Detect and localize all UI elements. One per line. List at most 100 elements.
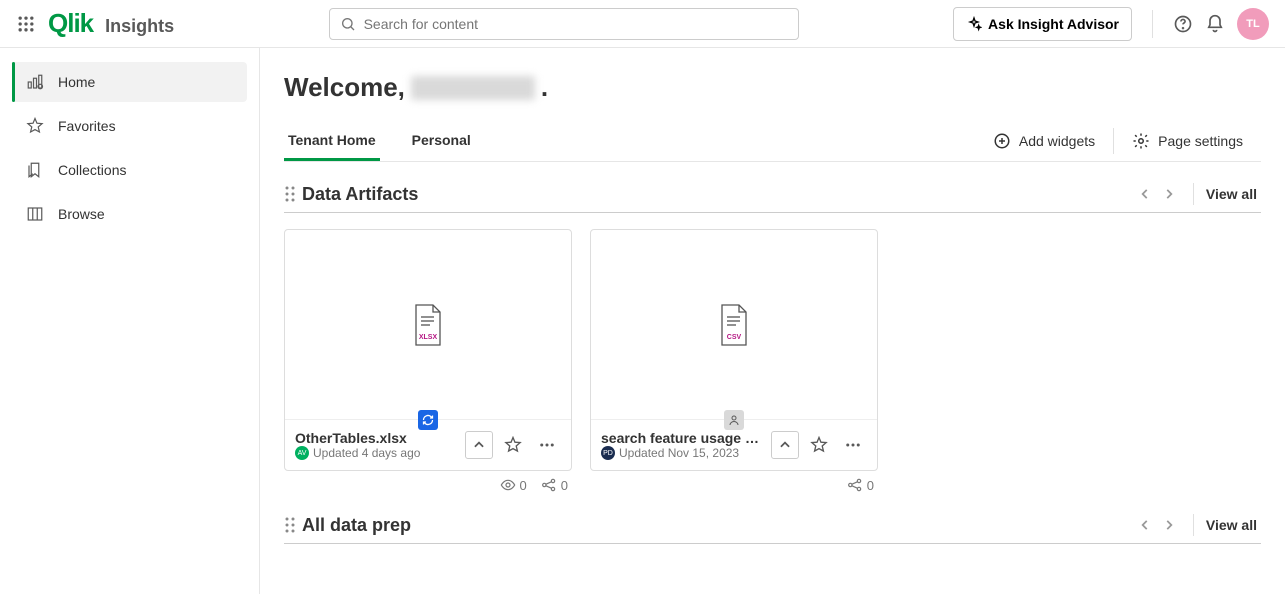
card-updated: Updated 4 days ago [313, 446, 420, 460]
shares-meta: 0 [541, 477, 568, 493]
sidebar-item-label: Browse [58, 206, 105, 222]
welcome-suffix: . [541, 72, 548, 103]
section-data-artifacts: Data Artifacts View all XLSX [284, 182, 1261, 493]
star-icon [810, 436, 828, 454]
card-favorite-button[interactable] [499, 431, 527, 459]
bookmark-icon [26, 161, 44, 179]
more-icon [844, 436, 862, 454]
card-meta: 0 0 [284, 471, 572, 493]
shares-count: 0 [867, 478, 874, 493]
tab-personal[interactable]: Personal [408, 122, 475, 161]
artifact-card[interactable]: CSV search feature usage 2023.csv [590, 229, 878, 471]
browse-icon [26, 205, 44, 223]
welcome-heading: Welcome, . [284, 72, 1261, 103]
search-box[interactable] [329, 8, 799, 40]
welcome-prefix: Welcome, [284, 72, 405, 103]
chevron-up-icon [778, 438, 792, 452]
card-meta: 0 [590, 471, 878, 493]
card-title: OtherTables.xlsx [295, 430, 459, 446]
star-icon [26, 117, 44, 135]
card-thumbnail: CSV [591, 230, 877, 420]
tab-tenant-home[interactable]: Tenant Home [284, 122, 380, 161]
sidebar-item-home[interactable]: Home [12, 62, 247, 102]
section-header: All data prep View all [284, 513, 1261, 544]
file-xlsx-icon: XLSX [410, 303, 446, 347]
sidebar-item-collections[interactable]: Collections [12, 150, 247, 190]
gear-icon [1132, 132, 1150, 150]
launcher-icon[interactable] [16, 14, 36, 34]
person-icon [728, 414, 740, 426]
star-icon [504, 436, 522, 454]
space-badge [418, 410, 438, 430]
artifact-card[interactable]: XLSX OtherTables.xlsx AV [284, 229, 572, 471]
more-icon [538, 436, 556, 454]
card-more-button[interactable] [839, 431, 867, 459]
card-open-button[interactable] [465, 431, 493, 459]
sidebar-item-label: Home [58, 74, 95, 90]
separator [1193, 183, 1194, 205]
share-icon [847, 477, 863, 493]
share-icon [541, 477, 557, 493]
sidebar: Home Favorites Collections Browse [0, 48, 260, 594]
card-updated: Updated Nov 15, 2023 [619, 446, 739, 460]
sparkle-icon [966, 16, 982, 32]
sidebar-item-browse[interactable]: Browse [12, 194, 247, 234]
brand-section: Insights [105, 16, 174, 37]
sidebar-item-favorites[interactable]: Favorites [12, 106, 247, 146]
owner-avatar: AV [295, 446, 309, 460]
file-csv-icon: CSV [716, 303, 752, 347]
views-meta: 0 [500, 477, 527, 493]
shares-count: 0 [561, 478, 568, 493]
owner-avatar: PD [601, 446, 615, 460]
carousel-next-button[interactable] [1157, 513, 1181, 537]
sync-icon [422, 414, 434, 426]
drag-handle-icon[interactable] [284, 516, 296, 534]
user-avatar[interactable]: TL [1237, 8, 1269, 40]
page-settings-button[interactable]: Page settings [1114, 121, 1261, 161]
card-more-button[interactable] [533, 431, 561, 459]
main-content: Welcome, . Tenant Home Personal Add widg… [260, 48, 1285, 594]
search-input[interactable] [364, 16, 788, 32]
drag-handle-icon[interactable] [284, 185, 296, 203]
card-thumbnail: XLSX [285, 230, 571, 420]
eye-icon [500, 477, 516, 493]
page-settings-label: Page settings [1158, 133, 1243, 149]
welcome-username-redacted [411, 76, 535, 100]
brand-logo[interactable]: Qlik Insights [48, 8, 174, 39]
home-icon [26, 73, 44, 91]
shares-meta: 0 [847, 477, 874, 493]
carousel-prev-button[interactable] [1133, 182, 1157, 206]
section-header: Data Artifacts View all [284, 182, 1261, 213]
separator [1193, 514, 1194, 536]
view-all-link[interactable]: View all [1206, 186, 1257, 202]
ask-label: Ask Insight Advisor [988, 16, 1119, 32]
card-title: search feature usage 2023.csv [601, 430, 765, 446]
search-icon [340, 16, 356, 32]
section-all-data-prep: All data prep View all [284, 513, 1261, 544]
avatar-initials: TL [1246, 18, 1259, 30]
cards-row: XLSX OtherTables.xlsx AV [284, 229, 1261, 493]
separator [1152, 10, 1153, 38]
brand-main: Qlik [48, 8, 93, 39]
sidebar-item-label: Favorites [58, 118, 116, 134]
section-title: All data prep [302, 515, 411, 536]
svg-text:CSV: CSV [727, 334, 742, 341]
bell-icon[interactable] [1205, 14, 1225, 34]
add-widgets-button[interactable]: Add widgets [975, 121, 1113, 161]
plus-circle-icon [993, 132, 1011, 150]
views-count: 0 [520, 478, 527, 493]
card-favorite-button[interactable] [805, 431, 833, 459]
tabs-row: Tenant Home Personal Add widgets Page se… [284, 121, 1261, 162]
help-icon[interactable] [1173, 14, 1193, 34]
chevron-up-icon [472, 438, 486, 452]
sidebar-item-label: Collections [58, 162, 126, 178]
space-badge [724, 410, 744, 430]
carousel-next-button[interactable] [1157, 182, 1181, 206]
ask-insight-advisor-button[interactable]: Ask Insight Advisor [953, 7, 1132, 41]
view-all-link[interactable]: View all [1206, 517, 1257, 533]
app-header: Qlik Insights Ask Insight Advisor TL [0, 0, 1285, 48]
card-open-button[interactable] [771, 431, 799, 459]
add-widgets-label: Add widgets [1019, 133, 1095, 149]
carousel-prev-button[interactable] [1133, 513, 1157, 537]
section-title: Data Artifacts [302, 184, 418, 205]
